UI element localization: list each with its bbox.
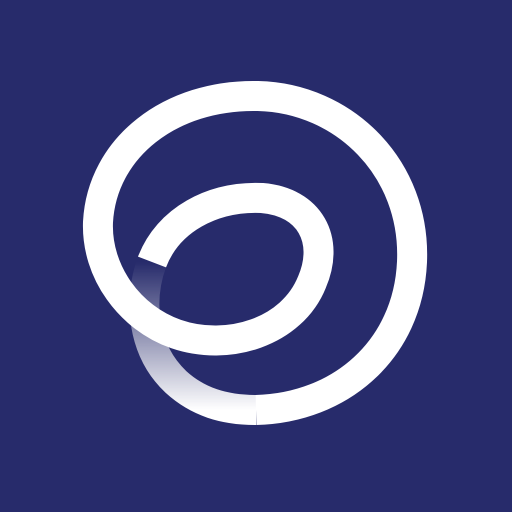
- background-square: [0, 0, 512, 512]
- spiral-loop-logo-icon: [0, 0, 512, 512]
- app-icon: [0, 0, 512, 512]
